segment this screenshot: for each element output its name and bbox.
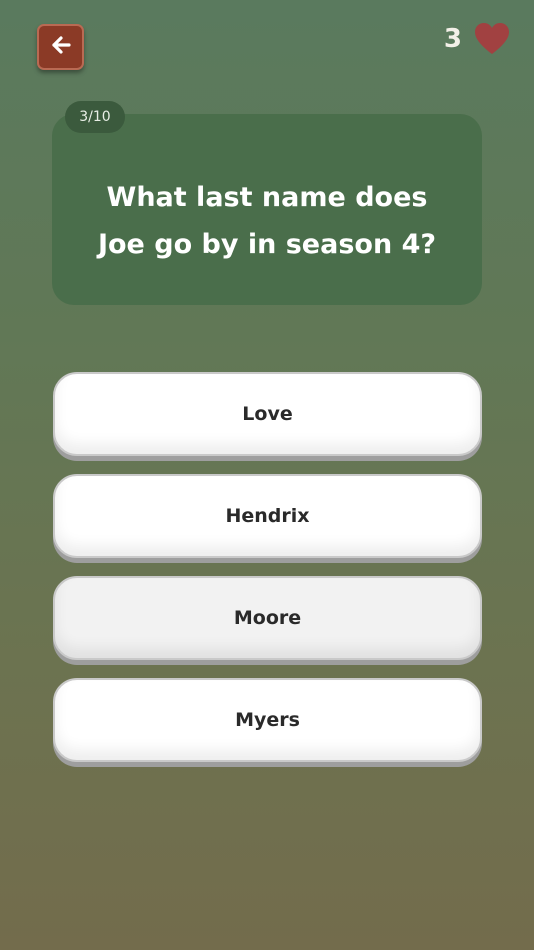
question-card: What last name does Joe go by in season … [52, 114, 482, 305]
answer-option-2[interactable]: Hendrix [53, 474, 482, 558]
lives-count: 3 [443, 24, 462, 54]
answer-option-1[interactable]: Love [53, 372, 482, 456]
answer-label: Hendrix [225, 505, 310, 527]
answer-label: Moore [233, 607, 302, 629]
answer-label: Love [242, 403, 293, 425]
back-button[interactable] [37, 24, 84, 70]
question-text: What last name does Joe go by in season … [97, 181, 437, 260]
answer-option-4[interactable]: Myers [53, 678, 482, 762]
answer-option-3[interactable]: Moore [53, 576, 482, 660]
heart-icon [474, 22, 510, 56]
lives-indicator: 3 [444, 22, 510, 56]
answer-label: Myers [235, 709, 300, 731]
arrow-left-icon [49, 33, 73, 61]
progress-badge: 3/10 [65, 101, 125, 133]
